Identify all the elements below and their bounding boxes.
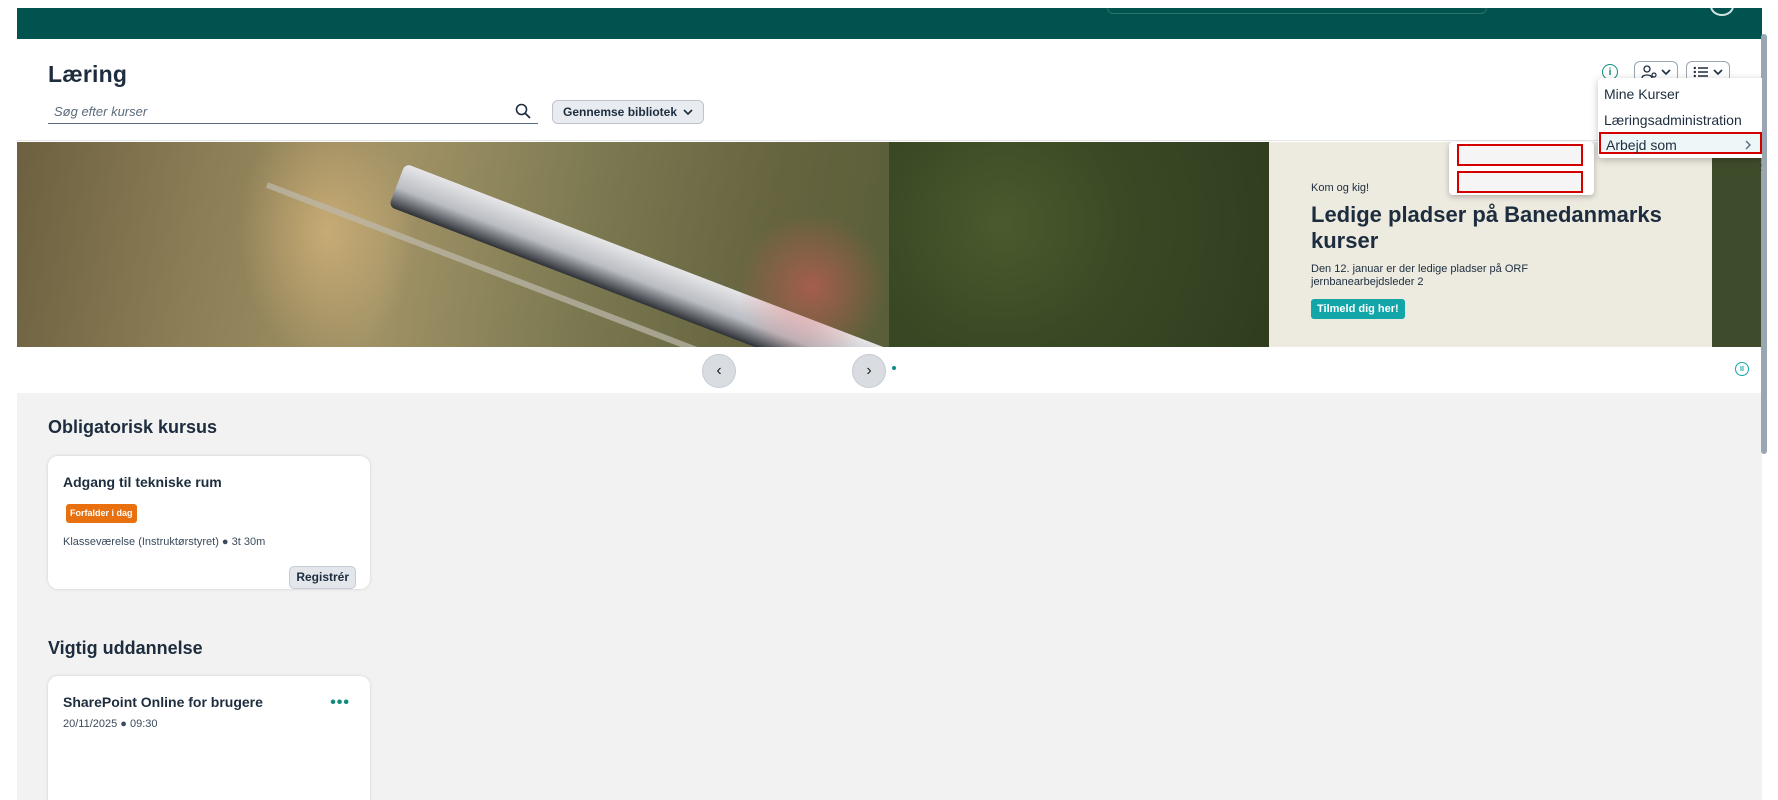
banner-headline: Ledige pladser på Banedanmarks kurser [1311,202,1662,253]
shell-bar [17,8,1762,39]
register-button[interactable]: Registrér [289,566,356,589]
course-meta: 20/11/2025 ● 09:30 [63,718,158,730]
chevron-right-icon [1745,140,1751,150]
course-title[interactable]: Adgang til tekniske rum [63,474,222,490]
course-card[interactable]: Adgang til tekniske rum Forfalder i dag … [48,456,370,589]
user-menu-dropdown: Mine Kurser Læringsadministration Arbejd… [1598,78,1762,158]
page-title: Læring [48,61,128,87]
status-badge: Forfalder i dag [66,504,137,523]
page-header: Læring Gennemse bibliotek i [17,39,1762,141]
browse-library-button[interactable]: Gennemse bibliotek [552,100,705,124]
carousel-dot[interactable] [892,365,896,370]
sun-glow [237,142,417,347]
menu-item-act-as[interactable]: Arbejd som [1599,132,1762,154]
trees-image [889,142,1269,347]
list-icon [1693,66,1708,78]
hand-pointer-icon: ☝ [1759,158,1762,175]
chevron-down-icon [1713,69,1723,76]
course-title[interactable]: SharePoint Online for brugere [63,694,263,710]
course-card[interactable]: SharePoint Online for brugere ••• 20/11/… [48,676,370,800]
browse-library-label: Gennemse bibliotek [563,105,678,119]
section-title-mandatory: Obligatorisk kursus [48,417,218,437]
menu-item-act-as-label: Arbejd som [1606,137,1677,153]
banner-description: Den 12. januar er der ledige pladser på … [1311,263,1529,288]
banner-kicker: Kom og kig! [1311,182,1370,194]
pause-icon[interactable]: II [1735,362,1749,376]
chevron-down-icon [683,109,693,116]
user-avatar[interactable] [1710,8,1734,16]
course-search [48,100,538,124]
chevron-down-icon [1661,69,1671,76]
course-meta: Klasseværelse (Instruktørstyret) ● 3t 30… [63,536,266,548]
carousel-next-button[interactable]: › [852,354,886,388]
search-icon[interactable] [514,102,532,120]
menu-item-my-courses[interactable]: Mine Kurser [1604,83,1679,105]
act-as-submenu [1449,142,1594,195]
lens-flare [737,212,887,347]
person-settings-icon [1641,65,1657,79]
carousel-prev-button[interactable]: ‹ [702,354,736,388]
submenu-option-2[interactable] [1457,171,1583,193]
more-options-icon[interactable]: ••• [330,694,350,712]
menu-item-learning-admin[interactable]: Læringsadministration [1604,109,1742,131]
app-frame: Læring Gennemse bibliotek i Mine K [17,8,1762,800]
banner-cta-button[interactable]: Tilmeld dig her! [1311,299,1405,319]
main-content: Obligatorisk kursus Adgang til tekniske … [17,393,1762,800]
section-title-important: Vigtig uddannelse [48,638,203,658]
global-search-field[interactable] [1107,8,1487,14]
search-input[interactable] [48,100,508,123]
banner-photo [17,142,1269,347]
submenu-option-1[interactable] [1457,144,1583,166]
carousel-controls: ‹ › II [17,347,1762,393]
banner-edge-photo [1712,142,1762,347]
